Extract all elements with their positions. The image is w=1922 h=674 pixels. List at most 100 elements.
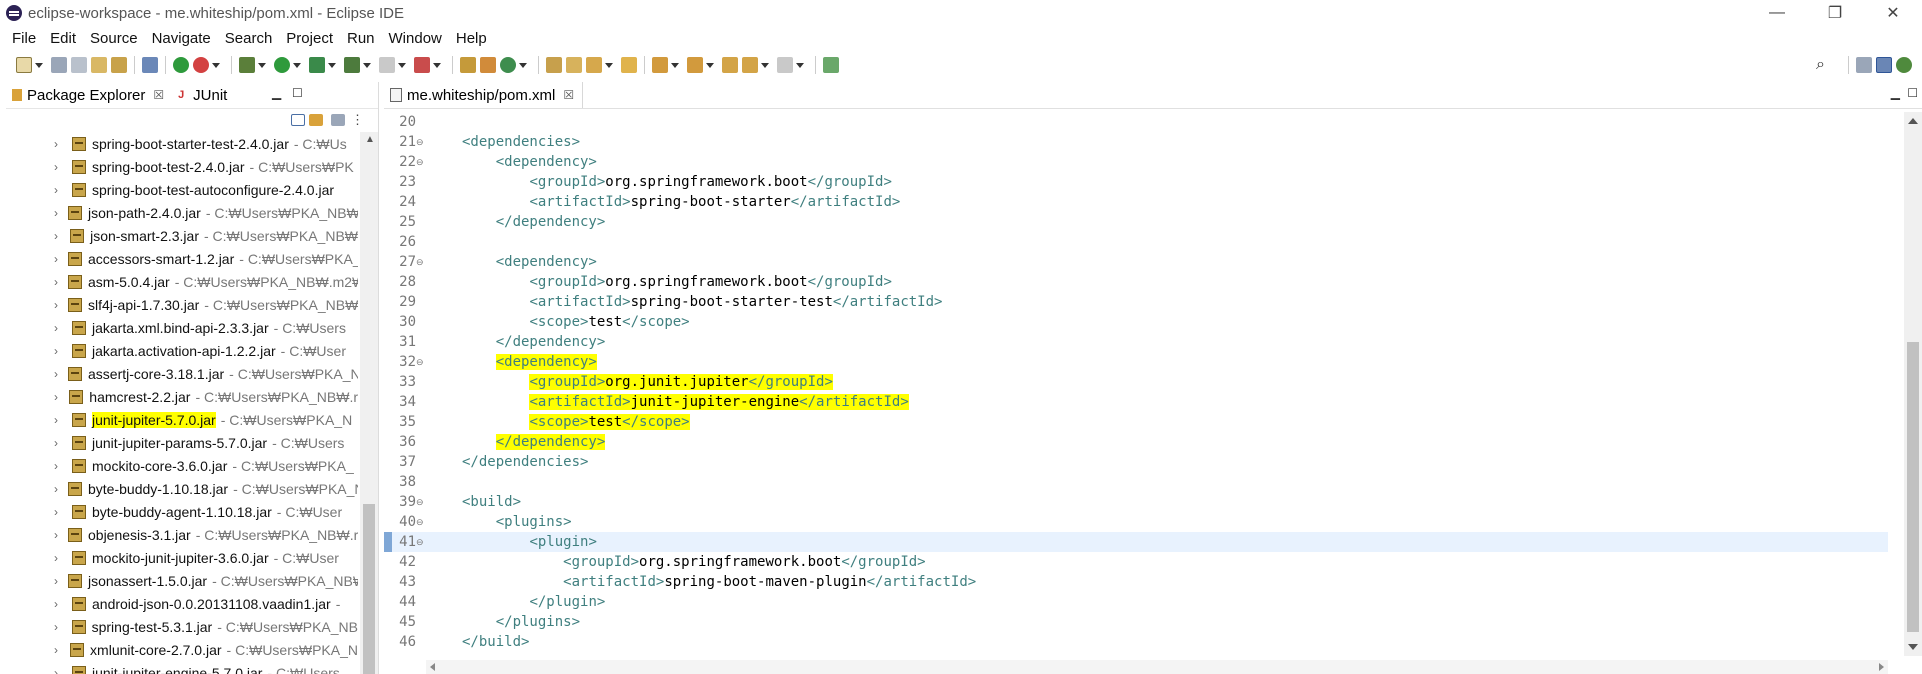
- tab-junit[interactable]: J JUnit: [172, 82, 235, 108]
- refresh-icon[interactable]: [193, 57, 209, 73]
- next-annotation-dropdown-icon[interactable]: [671, 62, 679, 68]
- view-menu-icon[interactable]: ⋮: [351, 112, 364, 128]
- code-line[interactable]: 36 </dependency>: [384, 432, 1888, 452]
- editor-scroll-thumb[interactable]: [1907, 342, 1919, 632]
- fold-toggle-icon[interactable]: ⊖: [416, 256, 424, 268]
- tree-item[interactable]: › slf4j-api-1.7.30.jar - C:₩Users₩PKA_NB₩: [6, 293, 358, 316]
- new-package-icon[interactable]: [480, 57, 496, 73]
- code-line[interactable]: 45 </plugins>: [384, 612, 1888, 632]
- save-icon[interactable]: [51, 57, 67, 73]
- tree-scrollbar[interactable]: ▲: [360, 132, 378, 674]
- filters-icon[interactable]: [331, 114, 345, 126]
- code-line[interactable]: 32 ⊖ <dependency>: [384, 352, 1888, 372]
- menu-edit[interactable]: Edit: [43, 30, 83, 47]
- menu-project[interactable]: Project: [279, 30, 340, 47]
- scroll-down-icon[interactable]: [1908, 644, 1918, 650]
- toggle-mark-icon[interactable]: [621, 57, 637, 73]
- fold-toggle-icon[interactable]: ⊖: [416, 536, 424, 548]
- menu-search[interactable]: Search: [218, 30, 280, 47]
- expand-chevron-icon[interactable]: ›: [54, 436, 62, 450]
- open-task-icon[interactable]: [111, 57, 127, 73]
- expand-chevron-icon[interactable]: ›: [54, 344, 62, 358]
- debug-server-icon[interactable]: [173, 57, 189, 73]
- code-line[interactable]: 37 </dependencies>: [384, 452, 1888, 472]
- code-line[interactable]: 26: [384, 232, 1888, 252]
- menu-source[interactable]: Source: [83, 30, 145, 47]
- open-perspective-icon[interactable]: [1856, 57, 1872, 73]
- tree-item[interactable]: › assertj-core-3.18.1.jar - C:₩Users₩PKA_N: [6, 362, 358, 385]
- debug-dropdown-icon[interactable]: [258, 62, 266, 68]
- open-resource-icon[interactable]: [566, 57, 582, 73]
- save-all-icon[interactable]: [71, 57, 87, 73]
- code-line[interactable]: 44 </plugin>: [384, 592, 1888, 612]
- minimize-button[interactable]: —: [1748, 0, 1806, 26]
- expand-chevron-icon[interactable]: ›: [54, 390, 59, 404]
- tree-item[interactable]: › byte-buddy-1.10.18.jar - C:₩Users₩PKA_N: [6, 477, 358, 500]
- external-tools-icon[interactable]: [344, 57, 360, 73]
- maximize-button[interactable]: ❐: [1806, 0, 1864, 26]
- stop-icon[interactable]: [379, 57, 395, 73]
- expand-chevron-icon[interactable]: ›: [54, 620, 62, 634]
- minimize-editor-icon[interactable]: ▁: [1891, 86, 1900, 100]
- tree-item[interactable]: › spring-boot-starter-test-2.4.0.jar - C:₩…: [6, 132, 358, 155]
- close-window-button[interactable]: ✕: [1864, 0, 1922, 26]
- run-icon[interactable]: [274, 57, 290, 73]
- expand-chevron-icon[interactable]: ›: [54, 229, 60, 243]
- tree-item[interactable]: › json-smart-2.3.jar - C:₩Users₩PKA_NB₩: [6, 224, 358, 247]
- fold-toggle-icon[interactable]: ⊖: [416, 136, 424, 148]
- code-line[interactable]: 27 ⊖ <dependency>: [384, 252, 1888, 272]
- expand-chevron-icon[interactable]: ›: [54, 505, 62, 519]
- tree-item[interactable]: › jsonassert-1.5.0.jar - C:₩Users₩PKA_NB₩: [6, 569, 358, 592]
- open-type-icon[interactable]: [91, 57, 107, 73]
- expand-chevron-icon[interactable]: ›: [54, 597, 62, 611]
- new-class-icon[interactable]: [500, 57, 516, 73]
- tree-item[interactable]: › spring-boot-test-2.4.0.jar - C:₩Users₩PK: [6, 155, 358, 178]
- menu-navigate[interactable]: Navigate: [145, 30, 218, 47]
- previous-annotation-icon[interactable]: [687, 57, 703, 73]
- expand-chevron-icon[interactable]: ›: [54, 574, 58, 588]
- code-line[interactable]: 20: [384, 112, 1888, 132]
- code-line[interactable]: 25 </dependency>: [384, 212, 1888, 232]
- run-dropdown-icon[interactable]: [293, 62, 301, 68]
- debug-icon[interactable]: [239, 57, 255, 73]
- code-line[interactable]: 28 <groupId>org.springframework.boot</gr…: [384, 272, 1888, 292]
- scroll-up-icon[interactable]: [1908, 118, 1918, 124]
- expand-chevron-icon[interactable]: ›: [54, 252, 58, 266]
- expand-chevron-icon[interactable]: ›: [54, 160, 62, 174]
- minimize-view-icon[interactable]: ▁: [272, 86, 281, 100]
- tree-item[interactable]: › spring-test-5.3.1.jar - C:₩Users₩PKA_NB: [6, 615, 358, 638]
- expand-chevron-icon[interactable]: ›: [54, 643, 60, 657]
- code-line[interactable]: 33 <groupId>org.junit.jupiter</groupId>: [384, 372, 1888, 392]
- java-perspective-icon[interactable]: [1876, 57, 1892, 73]
- forward-icon[interactable]: [777, 57, 793, 73]
- expand-chevron-icon[interactable]: ›: [54, 413, 62, 427]
- tab-package-explorer[interactable]: Package Explorer ☒: [6, 82, 173, 108]
- code-line[interactable]: 21 ⊖ <dependencies>: [384, 132, 1888, 152]
- coverage-dropdown-icon[interactable]: [328, 62, 336, 68]
- tree-item[interactable]: › android-json-0.0.20131108.vaadin1.jar -: [6, 592, 358, 615]
- expand-chevron-icon[interactable]: ›: [54, 666, 62, 674]
- stop-dropdown-icon[interactable]: [398, 62, 406, 68]
- expand-chevron-icon[interactable]: ›: [54, 137, 62, 151]
- forward-dropdown-icon[interactable]: [796, 62, 804, 68]
- previous-annotation-dropdown-icon[interactable]: [706, 62, 714, 68]
- new-dropdown-icon[interactable]: [35, 62, 43, 68]
- tree-item[interactable]: › byte-buddy-agent-1.10.18.jar - C:₩User: [6, 500, 358, 523]
- close-icon[interactable]: ☒: [153, 88, 164, 102]
- tab-pom-xml[interactable]: me.whiteship/pom.xml ☒: [384, 82, 584, 108]
- code-line[interactable]: 31 </dependency>: [384, 332, 1888, 352]
- tree-item[interactable]: › asm-5.0.4.jar - C:₩Users₩PKA_NB₩.m2₩: [6, 270, 358, 293]
- open-folder-icon[interactable]: [546, 57, 562, 73]
- menu-help[interactable]: Help: [449, 30, 494, 47]
- expand-chevron-icon[interactable]: ›: [54, 206, 58, 220]
- new-java-project-icon[interactable]: [460, 57, 476, 73]
- terminate-dropdown-icon[interactable]: [433, 62, 441, 68]
- fold-toggle-icon[interactable]: ⊖: [416, 356, 424, 368]
- editor-vertical-scrollbar[interactable]: [1904, 112, 1922, 656]
- editor-horizontal-scrollbar[interactable]: [426, 660, 1888, 674]
- expand-chevron-icon[interactable]: ›: [54, 459, 62, 473]
- search-tool-icon[interactable]: [586, 57, 602, 73]
- expand-chevron-icon[interactable]: ›: [54, 551, 62, 565]
- back-dropdown-icon[interactable]: [761, 62, 769, 68]
- expand-chevron-icon[interactable]: ›: [54, 183, 62, 197]
